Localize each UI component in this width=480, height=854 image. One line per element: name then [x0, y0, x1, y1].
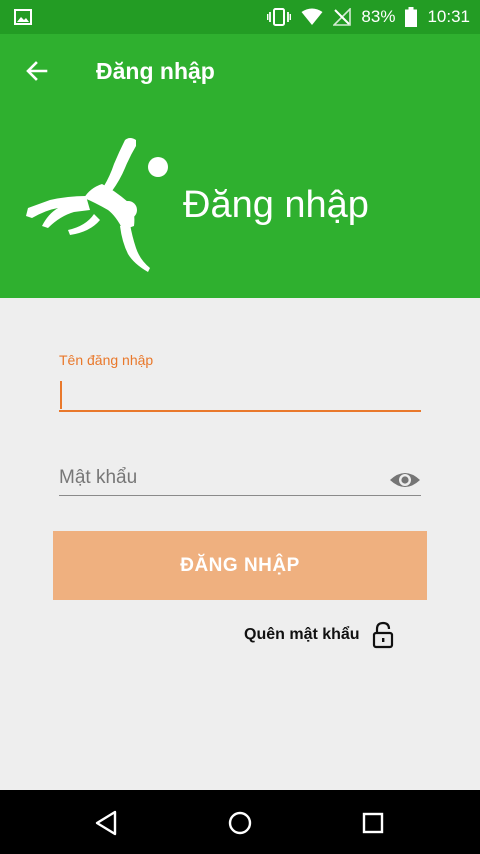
- arrow-back-icon: [26, 61, 48, 81]
- nav-back-icon[interactable]: [92, 808, 122, 838]
- username-input[interactable]: [59, 376, 421, 412]
- back-button[interactable]: [0, 34, 74, 108]
- image-icon: [14, 9, 32, 25]
- page-title: Đăng nhập: [96, 57, 215, 84]
- eye-icon[interactable]: [389, 468, 421, 492]
- forgot-password-label: Quên mật khẩu: [244, 626, 360, 643]
- vibrate-icon: [267, 8, 292, 26]
- no-signal-icon: [333, 8, 352, 26]
- login-button[interactable]: ĐĂNG NHẬP: [53, 531, 427, 600]
- text-cursor: [60, 381, 62, 409]
- football-player-icon: [26, 138, 168, 272]
- hero-title: Đăng nhập: [183, 184, 369, 226]
- username-label: Tên đăng nhập: [59, 352, 154, 368]
- status-bar: 83% 10:31: [0, 0, 480, 34]
- clock: 10:31: [427, 7, 470, 26]
- nav-recents-icon[interactable]: [358, 808, 388, 838]
- battery-icon: [405, 7, 418, 27]
- app-bar: Đăng nhập: [0, 34, 480, 108]
- navigation-bar: [0, 790, 480, 854]
- battery-percent: 83%: [361, 7, 396, 26]
- login-form: Tên đăng nhập ĐĂNG NHẬP Quên mật khẩu: [0, 298, 480, 790]
- password-input[interactable]: [59, 460, 421, 496]
- unlock-icon: [372, 621, 393, 649]
- forgot-password-link[interactable]: Quên mật khẩu: [244, 621, 394, 649]
- hero-banner: Đăng nhập: [0, 108, 480, 298]
- wifi-icon: [301, 8, 323, 25]
- nav-home-icon[interactable]: [225, 808, 255, 838]
